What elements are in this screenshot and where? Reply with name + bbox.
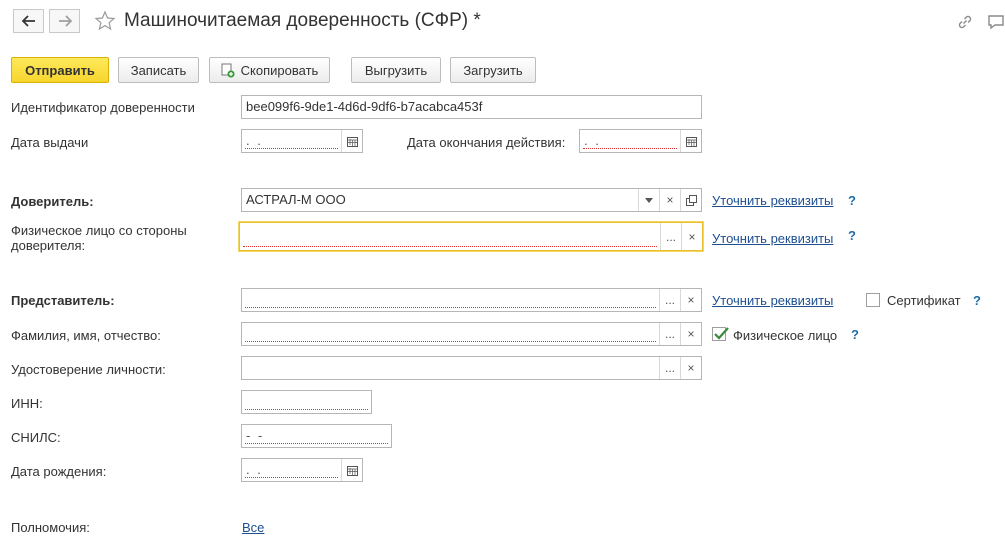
principal-label: Доверитель: <box>11 194 94 209</box>
identifier-input[interactable]: bee099f6-9de1-4d6d-9df6-b7acabca453f <box>241 95 702 119</box>
birth-date-value: . . <box>242 459 341 481</box>
select-ellipsis-icon[interactable]: ... <box>660 223 681 250</box>
select-ellipsis-icon[interactable]: ... <box>659 323 680 345</box>
clear-icon[interactable]: × <box>680 357 701 379</box>
certificate-label: Сертификат <box>887 293 961 308</box>
certificate-checkbox[interactable] <box>866 293 880 307</box>
select-ellipsis-icon[interactable]: ... <box>659 357 680 379</box>
save-button[interactable]: Записать <box>118 57 199 83</box>
favorite-star-icon[interactable] <box>94 10 116 32</box>
clear-icon[interactable]: × <box>659 189 680 211</box>
back-button[interactable] <box>13 9 44 33</box>
inn-value <box>242 391 371 413</box>
refine-principal-person-link[interactable]: Уточнить реквизиты <box>712 231 833 246</box>
forward-arrow-icon <box>58 15 72 27</box>
help-icon[interactable]: ? <box>848 228 856 243</box>
individual-checkbox[interactable] <box>712 327 729 341</box>
principal-input[interactable]: АСТРАЛ-М ООО × <box>241 188 702 212</box>
id-document-label: Удостоверение личности: <box>11 362 166 377</box>
expiry-date-input[interactable]: . . <box>579 129 702 153</box>
expiry-date-label: Дата окончания действия: <box>407 135 566 150</box>
snils-label: СНИЛС: <box>11 430 61 445</box>
snils-input[interactable]: - - <box>241 424 392 448</box>
id-document-input[interactable]: ... × <box>241 356 702 380</box>
open-form-icon[interactable] <box>680 189 701 211</box>
help-icon[interactable]: ? <box>848 193 856 208</box>
fio-input[interactable]: ... × <box>241 322 702 346</box>
issue-date-value: . . <box>242 130 341 152</box>
copy-document-icon <box>221 63 235 78</box>
copy-button-label: Скопировать <box>240 62 319 78</box>
principal-person-value <box>240 223 660 250</box>
help-icon[interactable]: ? <box>973 293 981 308</box>
forward-button[interactable] <box>49 9 80 33</box>
export-button[interactable]: Выгрузить <box>351 57 441 83</box>
birth-date-label: Дата рождения: <box>11 464 107 479</box>
clear-icon[interactable]: × <box>680 289 701 311</box>
representative-label: Представитель: <box>11 293 115 308</box>
import-button[interactable]: Загрузить <box>450 57 536 83</box>
identifier-label: Идентификатор доверенности <box>11 100 195 115</box>
copy-button[interactable]: Скопировать <box>209 57 330 83</box>
principal-person-input[interactable]: ... × <box>239 222 703 251</box>
representative-input[interactable]: ... × <box>241 288 702 312</box>
refine-principal-link[interactable]: Уточнить реквизиты <box>712 193 833 208</box>
send-button[interactable]: Отправить <box>11 57 109 83</box>
calendar-icon[interactable] <box>341 459 362 481</box>
fio-label: Фамилия, имя, отчество: <box>11 328 161 343</box>
refine-representative-link[interactable]: Уточнить реквизиты <box>712 293 833 308</box>
issue-date-label: Дата выдачи <box>11 135 89 150</box>
id-document-value <box>242 357 659 379</box>
clear-icon[interactable]: × <box>681 223 702 250</box>
individual-label: Физическое лицо <box>733 328 838 343</box>
powers-all-link[interactable]: Все <box>242 520 264 535</box>
representative-value <box>242 289 659 311</box>
principal-value: АСТРАЛ-М ООО <box>246 192 346 207</box>
help-icon[interactable]: ? <box>851 327 859 342</box>
select-ellipsis-icon[interactable]: ... <box>659 289 680 311</box>
fio-value <box>242 323 659 345</box>
page-title: Машиночитаемая доверенность (СФР) * <box>124 10 481 31</box>
calendar-icon[interactable] <box>680 130 701 152</box>
inn-input[interactable] <box>241 390 372 414</box>
comment-icon[interactable] <box>987 13 1005 31</box>
back-arrow-icon <box>21 15 35 27</box>
principal-person-label: Физическое лицо со стороны доверителя: <box>11 223 187 253</box>
inn-label: ИНН: <box>11 396 43 411</box>
powers-label: Полномочия: <box>11 520 90 535</box>
dropdown-arrow-icon[interactable] <box>638 189 659 211</box>
link-icon[interactable] <box>956 13 974 31</box>
calendar-icon[interactable] <box>341 130 362 152</box>
checkmark-icon <box>714 327 729 340</box>
clear-icon[interactable]: × <box>680 323 701 345</box>
expiry-date-value: . . <box>580 130 680 152</box>
identifier-value: bee099f6-9de1-4d6d-9df6-b7acabca453f <box>246 99 483 114</box>
birth-date-input[interactable]: . . <box>241 458 363 482</box>
snils-value: - - <box>242 425 391 447</box>
issue-date-input[interactable]: . . <box>241 129 363 153</box>
